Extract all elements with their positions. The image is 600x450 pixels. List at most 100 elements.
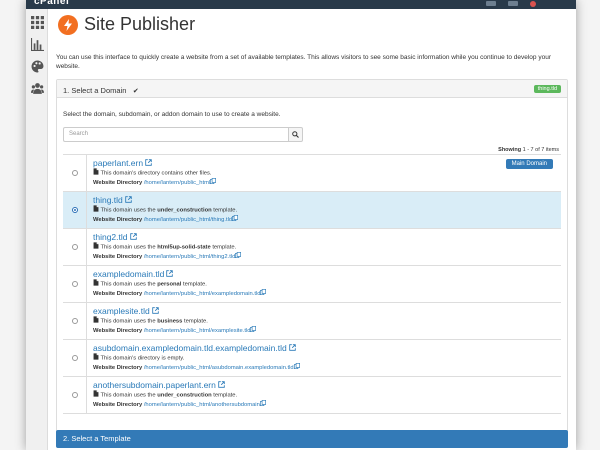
template-name: business <box>157 318 183 325</box>
website-directory-path[interactable]: /home/lantern/public_html/thing2.tld <box>144 254 236 260</box>
domain-description: This domain's directory is empty. <box>93 353 561 363</box>
page-header: Site Publisher <box>58 14 195 35</box>
search-button[interactable] <box>288 127 303 142</box>
palette-icon[interactable] <box>30 59 44 73</box>
copy-icon[interactable] <box>232 214 239 224</box>
external-link-icon[interactable] <box>145 158 152 168</box>
template-name: html5up-solid-state <box>157 244 211 251</box>
file-icon <box>93 168 99 178</box>
cpanel-logo[interactable]: cPanel <box>34 0 69 7</box>
external-link-icon[interactable] <box>151 306 159 316</box>
copy-icon[interactable] <box>235 251 242 261</box>
select-template-header[interactable]: 2. Select a Template <box>56 430 568 448</box>
site-publisher-bolt-icon <box>58 14 78 35</box>
domain-name[interactable]: exampledomain.tld <box>93 269 164 279</box>
domain-link[interactable]: examplesite.tld <box>93 306 561 316</box>
website-directory-label: Website Directory <box>93 328 143 335</box>
description-suffix: template. <box>181 281 207 288</box>
website-directory-path[interactable]: /home/lantern/public_html/examplesite.tl… <box>144 328 251 334</box>
external-link-icon[interactable] <box>166 269 174 279</box>
website-directory-path[interactable]: /home/lantern/public_html/thing.tld <box>144 217 232 223</box>
copy-icon[interactable] <box>293 362 300 372</box>
top-bar: cPanel <box>26 0 576 9</box>
domain-name[interactable]: anothersubdomain.paperlant.ern <box>93 380 216 390</box>
domain-link[interactable]: asubdomain.exampledomain.tld.exampledoma… <box>93 343 561 353</box>
description-suffix: template. <box>210 244 237 251</box>
copy-icon[interactable] <box>250 325 257 335</box>
website-directory: Website Directory /home/lantern/public_h… <box>93 288 561 298</box>
stats-chart-icon[interactable] <box>30 37 44 51</box>
website-directory: Website Directory /home/lantern/public_h… <box>93 214 561 224</box>
external-link-icon[interactable] <box>129 232 137 242</box>
page-title: Site Publisher <box>84 14 196 34</box>
domain-link[interactable]: anothersubdomain.paperlant.ern <box>93 380 561 390</box>
description-prefix: This domain uses the <box>100 207 158 214</box>
domain-link[interactable]: exampledomain.tld <box>93 269 561 279</box>
domain-row[interactable]: paperlant.ern This domain's directory co… <box>63 155 561 192</box>
users-icon[interactable] <box>30 81 44 95</box>
domain-info: paperlant.ern This domain's directory co… <box>87 155 561 191</box>
domain-info: asubdomain.exampledomain.tld.exampledoma… <box>87 340 561 376</box>
website-directory-path[interactable]: /home/lantern/public_html <box>144 180 210 186</box>
domain-row[interactable]: exampledomain.tld This domain uses the p… <box>63 266 561 303</box>
showing-range: 1 - 7 of 7 items <box>522 147 559 153</box>
domain-row[interactable]: anothersubdomain.paperlant.ern This doma… <box>63 377 561 414</box>
domain-link[interactable]: thing2.tld <box>93 232 561 242</box>
intro-text: You can use this interface to quickly cr… <box>56 54 551 70</box>
domain-name[interactable]: asubdomain.exampledomain.tld.exampledoma… <box>93 343 287 353</box>
website-directory: Website Directory /home/lantern/public_h… <box>93 362 561 372</box>
domain-row[interactable]: asubdomain.exampledomain.tld.exampledoma… <box>63 340 561 377</box>
template-name: personal <box>157 281 182 288</box>
domain-radio[interactable] <box>71 355 78 361</box>
domain-name[interactable]: examplesite.tld <box>93 306 150 316</box>
domain-row[interactable]: thing2.tld This domain uses the html5up-… <box>63 229 561 266</box>
search-features-icon[interactable] <box>486 1 496 6</box>
description-prefix: This domain uses the <box>100 281 158 288</box>
checkmark-icon: ✔ <box>132 87 139 95</box>
select-domain-header[interactable]: 1. Select a Domain ✔ thing.tld <box>57 80 567 98</box>
domain-info: anothersubdomain.paperlant.ern This doma… <box>87 377 561 413</box>
domain-link[interactable]: thing.tld <box>93 195 561 205</box>
website-directory: Website Directory /home/lantern/public_h… <box>93 251 561 261</box>
domain-radio[interactable] <box>71 281 78 287</box>
description-prefix: This domain uses the <box>100 244 158 251</box>
radio-cell <box>63 155 87 191</box>
app-window: cPanel Site Publisher You can use this i… <box>26 0 576 450</box>
copy-icon[interactable] <box>259 399 266 409</box>
website-directory-label: Website Directory <box>93 180 143 187</box>
domain-row[interactable]: examplesite.tld This domain uses the bus… <box>63 303 561 340</box>
domain-instructions: Select the domain, subdomain, or addon d… <box>63 111 281 118</box>
grid-icon[interactable] <box>30 15 44 29</box>
domain-name[interactable]: thing.tld <box>93 195 123 205</box>
external-link-icon[interactable] <box>125 195 132 205</box>
website-directory: Website Directory /home/lantern/public_h… <box>93 177 561 187</box>
website-directory-path[interactable]: /home/lantern/public_html/anothersubdoma… <box>144 402 260 408</box>
description-prefix: This domain's directory contains other f… <box>100 170 212 177</box>
domain-info: thing.tld This domain uses the under_con… <box>87 192 561 228</box>
domain-radio[interactable] <box>71 170 78 176</box>
user-menu-icon[interactable] <box>508 1 518 6</box>
copy-icon[interactable] <box>260 288 267 298</box>
website-directory-path[interactable]: /home/lantern/public_html/exampledomain.… <box>144 291 261 297</box>
file-icon <box>93 353 99 363</box>
select-domain-panel: 1. Select a Domain ✔ thing.tld Select th… <box>56 79 568 439</box>
notifications-icon[interactable] <box>530 1 536 7</box>
search-input[interactable]: Search <box>63 127 288 142</box>
domain-link[interactable]: paperlant.ern <box>93 158 561 168</box>
domain-row[interactable]: thing.tld This domain uses the under_con… <box>63 192 561 229</box>
domain-radio[interactable] <box>71 207 78 213</box>
sidebar <box>26 9 48 450</box>
domain-name[interactable]: thing2.tld <box>93 232 128 242</box>
copy-icon[interactable] <box>210 177 217 187</box>
domain-radio[interactable] <box>71 244 78 250</box>
domain-radio[interactable] <box>71 392 78 398</box>
showing-count: Showing 1 - 7 of 7 items <box>498 147 559 153</box>
external-link-icon[interactable] <box>218 380 225 390</box>
domain-radio[interactable] <box>71 318 78 324</box>
domain-info: examplesite.tld This domain uses the bus… <box>87 303 561 339</box>
domain-name[interactable]: paperlant.ern <box>93 158 143 168</box>
radio-cell <box>63 377 87 413</box>
select-domain-title: 1. Select a Domain <box>63 85 127 95</box>
website-directory-path[interactable]: /home/lantern/public_html/asubdomain.exa… <box>144 365 294 371</box>
external-link-icon[interactable] <box>289 343 296 353</box>
